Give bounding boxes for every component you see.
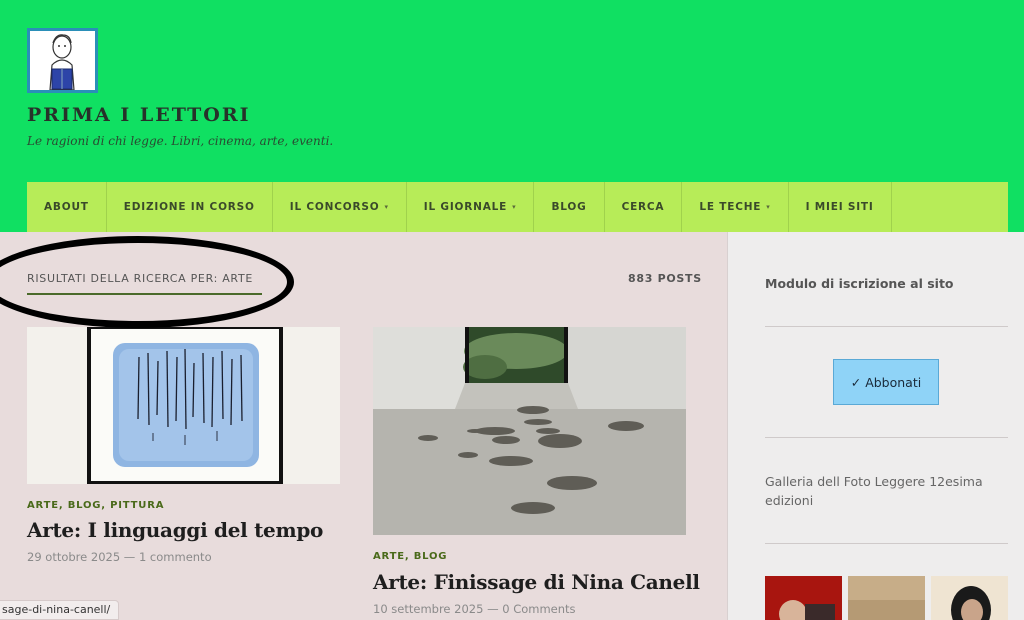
post-categories[interactable]: ARTE, BLOG	[373, 551, 447, 562]
nav-item-label: LE TECHE	[699, 201, 762, 213]
site-logo[interactable]	[27, 28, 98, 93]
main-nav: ABOUT EDIZIONE IN CORSO IL CONCORSO ▾ IL …	[27, 182, 1008, 232]
post-thumbnail[interactable]	[373, 327, 686, 535]
photo-image	[848, 576, 925, 620]
site-header: PRIMA I LETTORI Le ragioni di chi legge.…	[0, 0, 1024, 232]
nav-item-label: IL CONCORSO	[289, 201, 380, 213]
sidebar-divider	[765, 543, 1008, 544]
nav-item-il-concorso[interactable]: IL CONCORSO ▾	[273, 182, 407, 232]
site-tagline: Le ragioni di chi legge. Libri, cinema, …	[27, 134, 334, 148]
search-results-title: RISULTATI DELLA RICERCA PER: ARTE	[27, 272, 254, 285]
title-underline	[27, 293, 262, 295]
gallery-thumbnail[interactable]	[765, 576, 842, 620]
gallery-installation-image	[373, 327, 686, 535]
post-categories[interactable]: ARTE, BLOG, PITTURA	[27, 500, 164, 511]
reader-logo-icon	[49, 34, 75, 90]
gallery-thumbnail[interactable]	[931, 576, 1008, 620]
nav-item-label: ABOUT	[44, 201, 89, 213]
nav-item-about[interactable]: ABOUT	[27, 182, 107, 232]
subscribe-button[interactable]: ✓ Abbonati	[833, 359, 939, 405]
nav-item-label: IL GIORNALE	[423, 201, 508, 213]
sidebar-gallery-text: Galleria dell Foto Leggere 12esima edizi…	[765, 474, 983, 508]
nav-item-i-miei-siti[interactable]: I MIEI SITI	[789, 182, 892, 232]
sidebar-divider	[765, 326, 1008, 327]
chevron-down-icon: ▾	[766, 203, 771, 211]
post-meta[interactable]: 10 settembre 2025 — 0 Comments	[373, 602, 576, 616]
status-bar-url: sage-di-nina-canell/	[0, 600, 120, 620]
nav-item-label: BLOG	[551, 201, 587, 213]
chevron-down-icon: ▾	[512, 203, 517, 211]
nav-item-il-giornale[interactable]: IL GIORNALE ▾	[407, 182, 535, 232]
photo-image	[931, 576, 1008, 620]
nav-item-le-teche[interactable]: LE TECHE ▾	[682, 182, 789, 232]
post-thumbnail[interactable]	[27, 327, 340, 484]
nav-item-blog[interactable]: BLOG	[534, 182, 605, 232]
nav-item-label: I MIEI SITI	[805, 201, 874, 213]
nav-item-edizione-in-corso[interactable]: EDIZIONE IN CORSO	[107, 182, 273, 232]
chevron-down-icon: ▾	[384, 203, 389, 211]
nav-item-label: CERCA	[621, 201, 665, 213]
site-title[interactable]: PRIMA I LETTORI	[27, 104, 251, 126]
post-meta[interactable]: 29 ottobre 2025 — 1 commento	[27, 550, 212, 564]
post-title[interactable]: Arte: Finissage di Nina Canell	[373, 570, 700, 594]
nav-item-cerca[interactable]: CERCA	[605, 182, 683, 232]
sidebar-widget-title: Modulo di iscrizione al sito	[765, 276, 954, 291]
post-title[interactable]: Arte: I linguaggi del tempo	[27, 518, 323, 542]
sidebar-divider	[765, 437, 1008, 438]
blue-drawing-artwork-image	[27, 327, 340, 484]
nav-item-label: EDIZIONE IN CORSO	[123, 201, 255, 213]
posts-count: 883 POSTS	[628, 272, 702, 285]
photo-image	[765, 576, 842, 620]
gallery-thumbnail[interactable]	[848, 576, 925, 620]
